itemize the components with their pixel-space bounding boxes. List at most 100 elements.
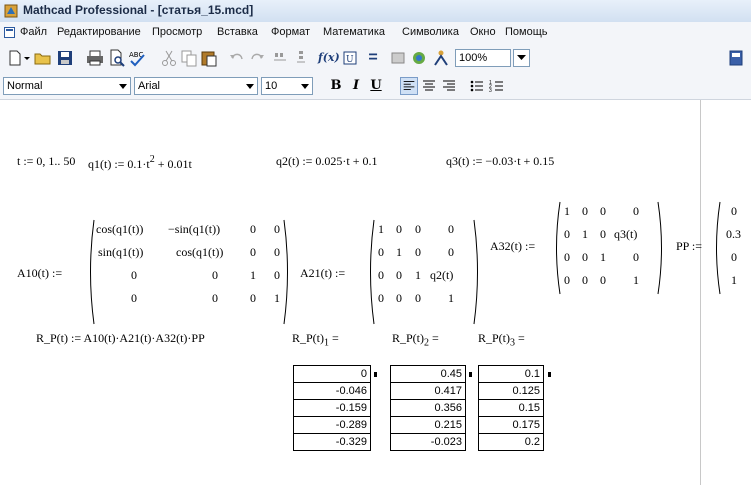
copy-icon[interactable] xyxy=(180,49,198,67)
a21-label[interactable]: A21(t) := xyxy=(300,266,345,281)
result-table-3[interactable]: 0.1 0.125 0.15 0.175 0.2 xyxy=(478,365,544,451)
open-folder-icon[interactable] xyxy=(34,49,52,67)
zoom-dropdown-button[interactable] xyxy=(513,49,530,67)
table-resize-handle[interactable] xyxy=(469,372,472,377)
a21-cell: 0 xyxy=(415,291,421,305)
numbered-list-icon[interactable]: 123 xyxy=(488,77,506,95)
align-center-icon[interactable] xyxy=(420,77,438,95)
menu-view[interactable]: Просмотр xyxy=(152,26,202,38)
print-preview-icon[interactable] xyxy=(108,49,126,67)
menu-insert[interactable]: Вставка xyxy=(217,26,258,38)
menu-symbolics[interactable]: Символика xyxy=(402,26,459,38)
result-table-1[interactable]: 0 -0.046 -0.159 -0.289 -0.329 xyxy=(293,365,371,451)
bold-button[interactable]: B xyxy=(326,77,346,95)
paste-icon[interactable] xyxy=(200,49,218,67)
zoom-select[interactable]: 100% xyxy=(455,49,511,67)
a32-left-paren xyxy=(556,201,561,295)
q3-definition[interactable]: q3(t) := −0.03·t + 0.15 xyxy=(446,154,554,169)
run-mathconnex-icon[interactable] xyxy=(410,49,428,67)
table-cell: 0.175 xyxy=(478,416,544,434)
a21-right-paren xyxy=(473,219,478,325)
a10-cell: 0 xyxy=(250,291,256,305)
undo-icon[interactable] xyxy=(228,49,246,67)
a32-cell: 0 xyxy=(564,273,570,287)
rp-eval-1-equals: = xyxy=(332,331,339,345)
table-row: 0.1 xyxy=(478,365,544,383)
menu-edit[interactable]: Редактирование xyxy=(57,26,141,38)
rp-definition[interactable]: R_P(t) := A10(t)·A21(t)·A32(t)·PP xyxy=(36,331,205,346)
table-row: -0.289 xyxy=(293,416,371,434)
bullet-list-icon[interactable] xyxy=(468,77,486,95)
a32-cell: 0 xyxy=(582,204,588,218)
table-row: 0.125 xyxy=(478,382,544,400)
underline-button[interactable]: U xyxy=(366,77,386,95)
a21-cell: 0 xyxy=(415,245,421,259)
font-value: Arial xyxy=(138,80,161,92)
chevron-down-icon xyxy=(301,84,309,89)
menu-help[interactable]: Помощь xyxy=(505,26,548,38)
a21-cell: 1 xyxy=(378,222,384,236)
rp-eval-1-name: R_P(t) xyxy=(292,331,325,345)
rp-eval-3[interactable]: R_P(t)3 = xyxy=(478,331,525,348)
component-wizard-icon[interactable] xyxy=(390,49,408,67)
q1-definition[interactable]: q1(t) := 0.1·t2 + 0.01t xyxy=(88,154,192,172)
help-book-icon[interactable] xyxy=(727,49,745,67)
title-bar: Mathcad Professional - [статья_15.mcd] xyxy=(0,0,751,23)
table-row: 0.356 xyxy=(390,399,466,417)
align-right-icon[interactable] xyxy=(440,77,458,95)
font-size-select[interactable]: 10 xyxy=(261,77,313,95)
q2-definition[interactable]: q2(t) := 0.025·t + 0.1 xyxy=(276,154,378,169)
cut-icon[interactable] xyxy=(160,49,178,67)
menu-math[interactable]: Математика xyxy=(323,26,385,38)
table-row: 0 xyxy=(293,365,371,383)
a10-label[interactable]: A10(t) := xyxy=(17,266,62,281)
menu-file[interactable]: Файл xyxy=(20,26,47,38)
document-icon[interactable] xyxy=(4,27,15,38)
spell-check-icon[interactable]: ABC xyxy=(128,49,146,67)
a32-label[interactable]: A32(t) := xyxy=(490,239,535,254)
result-table-2[interactable]: 0.45 0.417 0.356 0.215 -0.023 xyxy=(390,365,466,451)
table-cell: -0.329 xyxy=(293,433,371,451)
a32-right-paren xyxy=(657,201,662,295)
align-down-icon[interactable] xyxy=(292,49,310,67)
rp-eval-1-subscript: 1 xyxy=(324,337,330,349)
align-left-icon[interactable] xyxy=(400,77,418,95)
table-resize-handle[interactable] xyxy=(548,372,551,377)
a21-cell: 0 xyxy=(396,268,402,282)
calculate-button[interactable]: = xyxy=(364,49,382,67)
redo-icon[interactable] xyxy=(248,49,266,67)
worksheet[interactable]: t := 0, 1.. 50 q1(t) := 0.1·t2 + 0.01t q… xyxy=(0,100,751,485)
italic-button[interactable]: I xyxy=(346,77,366,95)
insert-function-button[interactable]: f(x) xyxy=(318,49,340,67)
rp-eval-2[interactable]: R_P(t)2 = xyxy=(392,331,439,348)
style-select[interactable]: Normal xyxy=(3,77,131,95)
menu-window[interactable]: Окно xyxy=(470,26,496,38)
a32-cell: 1 xyxy=(633,273,639,287)
a21-cell: 0 xyxy=(448,222,454,236)
a10-cell: 0 xyxy=(274,222,280,236)
table-resize-handle[interactable] xyxy=(374,372,377,377)
t-range-definition[interactable]: t := 0, 1.. 50 xyxy=(17,154,75,169)
new-dropdown-icon[interactable] xyxy=(22,49,32,67)
table-cell: 0.45 xyxy=(390,365,466,383)
insert-unit-icon[interactable]: U xyxy=(342,49,360,67)
table-row: -0.046 xyxy=(293,382,371,400)
print-icon[interactable] xyxy=(86,49,104,67)
chevron-down-icon xyxy=(246,84,254,89)
a21-cell: 0 xyxy=(396,291,402,305)
svg-text:3: 3 xyxy=(489,88,492,94)
font-select[interactable]: Arial xyxy=(134,77,258,95)
mathcad-app-icon xyxy=(4,4,18,18)
table-cell: -0.023 xyxy=(390,433,466,451)
menu-format[interactable]: Формат xyxy=(271,26,310,38)
a21-cell: 0 xyxy=(378,245,384,259)
pp-label[interactable]: PP := xyxy=(676,239,702,254)
save-icon[interactable] xyxy=(56,49,74,67)
window-title: Mathcad Professional - [статья_15.mcd] xyxy=(23,3,254,17)
table-row: -0.023 xyxy=(390,433,466,451)
resource-center-icon[interactable] xyxy=(432,49,450,67)
rp-eval-1[interactable]: R_P(t)1 = xyxy=(292,331,339,348)
a21-left-paren xyxy=(370,219,375,325)
align-across-icon[interactable] xyxy=(272,49,290,67)
table-row: 0.45 xyxy=(390,365,466,383)
